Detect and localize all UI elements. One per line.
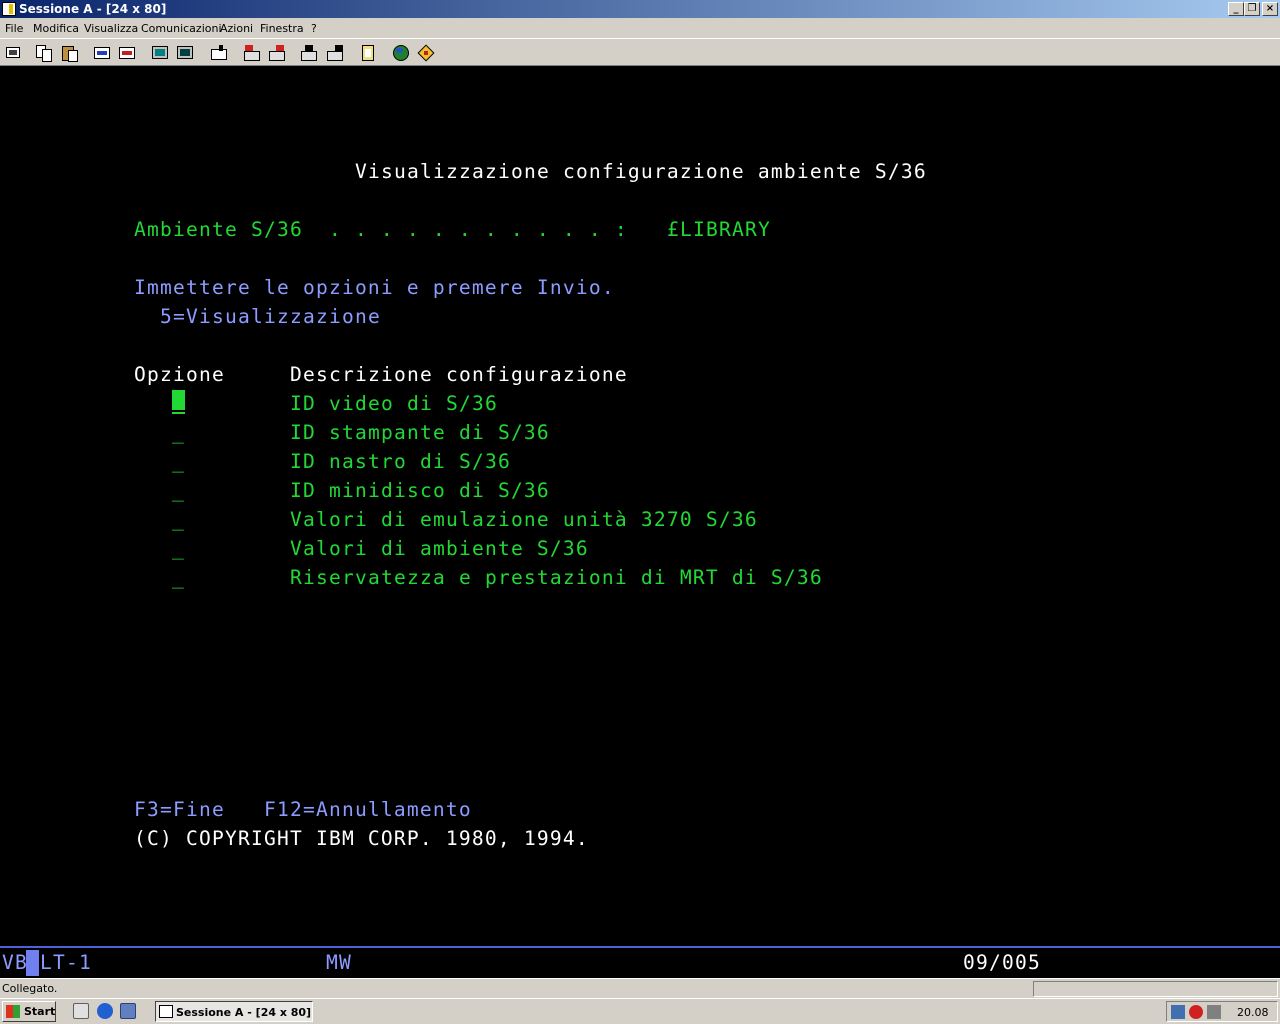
- option-input-4[interactable]: _: [172, 479, 185, 503]
- toolbar: [0, 38, 1280, 66]
- instruction-text: Immettere le opzioni e premere Invio.: [134, 276, 615, 299]
- option-input-5[interactable]: _: [172, 508, 185, 532]
- app-icon[interactable]: [2, 2, 16, 16]
- volume-icon[interactable]: [1207, 1005, 1221, 1019]
- network-icon[interactable]: [1171, 1005, 1185, 1019]
- minimize-button[interactable]: _: [1228, 2, 1244, 16]
- session-icon: [159, 1005, 173, 1018]
- window-title: Sessione A - [24 x 80]: [19, 2, 167, 16]
- option-input-2[interactable]: _: [172, 421, 185, 445]
- title-bar: Sessione A - [24 x 80] _ ❐ ×: [0, 0, 1280, 18]
- copy-icon[interactable]: [34, 43, 54, 63]
- menu-file[interactable]: File: [5, 22, 23, 35]
- internet-explorer-icon[interactable]: [97, 1003, 113, 1019]
- row-desc-7: Riservatezza e prestazioni di MRT di S/3…: [290, 566, 823, 589]
- windows-logo-icon: [6, 1005, 20, 1018]
- menu-help[interactable]: ?: [311, 22, 317, 35]
- play-icon[interactable]: [242, 43, 262, 63]
- display-icon[interactable]: [150, 43, 170, 63]
- print-screen-icon[interactable]: [3, 43, 23, 63]
- terminal-screen[interactable]: Visualizzazione configurazione ambiente …: [0, 66, 1280, 946]
- menu-azioni[interactable]: Azioni: [220, 22, 253, 35]
- show-desktop-icon[interactable]: [73, 1003, 89, 1019]
- taskbar: Start Sessione A - [24 x 80] 20.08: [0, 998, 1280, 1024]
- row-desc-6: Valori di ambiente S/36: [290, 537, 589, 560]
- globe-icon[interactable]: [391, 43, 411, 63]
- operator-info-area: VB LT-1 MW 09/005: [0, 948, 1280, 978]
- clipboard-icon[interactable]: [358, 43, 378, 63]
- quick-launch-icon[interactable]: [120, 1003, 136, 1019]
- status-bar: Collegato.: [0, 978, 1280, 998]
- keyboard-icon[interactable]: [175, 43, 195, 63]
- stop2-icon[interactable]: [325, 43, 345, 63]
- antivirus-icon[interactable]: [1189, 1005, 1203, 1019]
- start-button[interactable]: Start: [2, 1001, 56, 1022]
- taskbar-item-label: Sessione A - [24 x 80]: [176, 1006, 312, 1019]
- copyright-text: (C) COPYRIGHT IBM CORP. 1980, 1994.: [134, 827, 589, 850]
- menu-comunicazioni[interactable]: Comunicazioni: [141, 22, 222, 35]
- screen-title: Visualizzazione configurazione ambiente …: [355, 160, 927, 183]
- macro-icon[interactable]: [209, 43, 229, 63]
- env-value: £LIBRARY: [667, 218, 771, 241]
- send-icon[interactable]: [92, 43, 112, 63]
- menu-finestra[interactable]: Finestra: [260, 22, 304, 35]
- status-pane: [1033, 981, 1278, 997]
- row-desc-5: Valori di emulazione unità 3270 S/36: [290, 508, 758, 531]
- option-input-3[interactable]: _: [172, 450, 185, 474]
- restore-button[interactable]: ❐: [1244, 2, 1260, 16]
- status-message: Collegato.: [2, 982, 58, 995]
- column-header-description: Descrizione configurazione: [290, 363, 628, 386]
- row-desc-4: ID minidisco di S/36: [290, 479, 550, 502]
- row-desc-2: ID stampante di S/36: [290, 421, 550, 444]
- env-label: Ambiente S/36 . . . . . . . . . . . :: [134, 218, 628, 241]
- oia-session: LT-1: [40, 951, 92, 974]
- tag-icon[interactable]: [416, 43, 436, 63]
- option-input-6[interactable]: _: [172, 537, 185, 561]
- start-label: Start: [24, 1005, 56, 1018]
- menu-bar: File Modifica Visualizza Comunicazioni A…: [0, 18, 1280, 38]
- close-button[interactable]: ×: [1262, 2, 1278, 16]
- clock: 20.08: [1237, 1006, 1269, 1019]
- option-input-7[interactable]: _: [172, 566, 185, 590]
- oia-status: VB: [2, 951, 28, 974]
- column-header-option: Opzione: [134, 363, 225, 386]
- option-hint: 5=Visualizzazione: [160, 305, 381, 328]
- oia-mode: MW: [326, 951, 352, 974]
- stop-icon[interactable]: [299, 43, 319, 63]
- menu-modifica[interactable]: Modifica: [33, 22, 79, 35]
- receive-icon[interactable]: [117, 43, 137, 63]
- function-keys: F3=Fine F12=Annullamento: [134, 798, 472, 821]
- menu-visualizza[interactable]: Visualizza: [84, 22, 138, 35]
- system-tray: 20.08: [1166, 1001, 1278, 1022]
- row-desc-1: ID video di S/36: [290, 392, 498, 415]
- paste-icon[interactable]: [60, 43, 80, 63]
- row-desc-3: ID nastro di S/36: [290, 450, 511, 473]
- taskbar-item-session[interactable]: Sessione A - [24 x 80]: [155, 1001, 313, 1022]
- record-icon[interactable]: [267, 43, 287, 63]
- oia-cursor-position: 09/005: [963, 951, 1041, 974]
